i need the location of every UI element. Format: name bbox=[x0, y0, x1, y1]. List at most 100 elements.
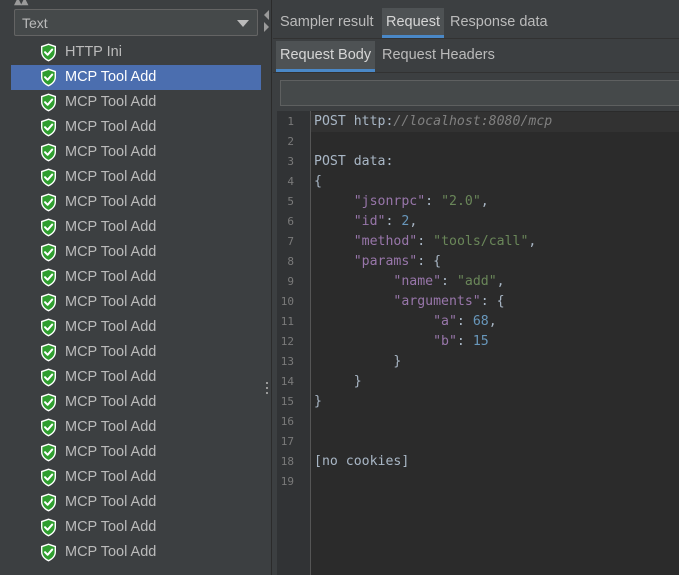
code-token: , bbox=[480, 194, 489, 209]
code-token: { bbox=[314, 174, 322, 189]
result-row[interactable]: MCP Tool Add bbox=[11, 515, 261, 540]
code-token: "params" bbox=[353, 254, 418, 269]
scroll-up-arrows-icon[interactable]: ▲▲ bbox=[14, 0, 28, 7]
code-token: "arguments" bbox=[393, 294, 481, 309]
result-row-label: MCP Tool Add bbox=[65, 344, 157, 360]
code-token: } bbox=[314, 354, 402, 369]
result-row-label: MCP Tool Add bbox=[65, 169, 157, 185]
result-row[interactable]: MCP Tool Add bbox=[11, 440, 261, 465]
result-row[interactable]: MCP Tool Add bbox=[11, 365, 261, 390]
result-row-label: MCP Tool Add bbox=[65, 94, 157, 110]
sub-tab-bar: Request Body Request Headers bbox=[273, 41, 679, 72]
code-token: "jsonrpc" bbox=[353, 194, 426, 209]
result-row[interactable]: MCP Tool Add bbox=[11, 290, 261, 315]
line-number: 1 bbox=[287, 115, 294, 128]
result-row[interactable]: MCP Tool Add bbox=[11, 65, 261, 90]
tab-request-headers[interactable]: Request Headers bbox=[378, 41, 499, 72]
shield-check-icon bbox=[40, 543, 57, 562]
result-row-label: MCP Tool Add bbox=[65, 394, 157, 410]
code-token: , bbox=[488, 314, 497, 329]
line-number: 15 bbox=[280, 395, 294, 408]
tab-request-body[interactable]: Request Body bbox=[276, 41, 376, 72]
result-row[interactable]: MCP Tool Add bbox=[11, 390, 261, 415]
code-token: , bbox=[496, 274, 505, 289]
renderer-dropdown[interactable]: Text bbox=[14, 9, 258, 36]
line-number: 7 bbox=[287, 235, 294, 248]
tab-sampler-result[interactable]: Sampler result bbox=[276, 8, 377, 38]
line-number: 14 bbox=[280, 375, 294, 388]
code-line: } bbox=[314, 352, 401, 372]
split-pane-divider[interactable] bbox=[261, 0, 273, 575]
code-token: "method" bbox=[353, 234, 418, 249]
shield-check-icon bbox=[40, 218, 57, 237]
result-row-label: MCP Tool Add bbox=[65, 269, 157, 285]
line-number: 12 bbox=[280, 335, 294, 348]
code-line: "b": 15 bbox=[314, 332, 489, 352]
shield-check-icon bbox=[40, 368, 57, 387]
result-row[interactable]: MCP Tool Add bbox=[11, 415, 261, 440]
shield-check-icon bbox=[40, 318, 57, 337]
code-token: : { bbox=[417, 254, 442, 269]
shield-check-icon bbox=[40, 143, 57, 162]
line-number: 11 bbox=[280, 315, 294, 328]
result-row[interactable]: MCP Tool Add bbox=[11, 490, 261, 515]
collapse-left-icon[interactable] bbox=[264, 10, 269, 20]
code-token: "add" bbox=[456, 274, 497, 289]
result-row[interactable]: MCP Tool Add bbox=[11, 140, 261, 165]
result-row[interactable]: MCP Tool Add bbox=[11, 265, 261, 290]
shield-check-icon bbox=[40, 93, 57, 112]
tab-request[interactable]: Request bbox=[382, 8, 445, 38]
main-tab-bar: Sampler result Request Response data bbox=[273, 8, 679, 38]
code-token: http: bbox=[353, 114, 394, 129]
code-line: "a": 68, bbox=[314, 312, 497, 332]
code-line: "arguments": { bbox=[314, 292, 504, 312]
result-row-label: MCP Tool Add bbox=[65, 544, 157, 560]
shield-check-icon bbox=[40, 43, 57, 62]
code-line: "method": "tools/call", bbox=[314, 232, 537, 252]
sub-tab-separator bbox=[273, 72, 679, 73]
result-row[interactable]: MCP Tool Add bbox=[11, 115, 261, 140]
result-row-label: MCP Tool Add bbox=[65, 119, 157, 135]
search-input[interactable] bbox=[280, 80, 679, 106]
line-number: 9 bbox=[287, 275, 294, 288]
shield-check-icon bbox=[40, 443, 57, 462]
result-row[interactable]: MCP Tool Add bbox=[11, 315, 261, 340]
code-token: , bbox=[528, 234, 537, 249]
line-number: 10 bbox=[280, 295, 294, 308]
line-number: 16 bbox=[280, 415, 294, 428]
renderer-dropdown-value: Text bbox=[22, 15, 48, 31]
result-row[interactable]: MCP Tool Add bbox=[11, 165, 261, 190]
shield-check-icon bbox=[40, 468, 57, 487]
request-body-editor[interactable]: 1 2 3 4 5 6 7 8 9 10 11 12 13 14 15 16 17 18 19 POST http:… bbox=[277, 111, 679, 575]
collapse-right-icon[interactable] bbox=[264, 22, 269, 32]
result-list: HTTP Ini MCP Tool Add MCP Tool Add MCP Tool… bbox=[11, 40, 261, 565]
result-row-label: MCP Tool Add bbox=[65, 494, 157, 510]
result-row[interactable]: MCP Tool Add bbox=[11, 215, 261, 240]
drag-grip-icon[interactable] bbox=[266, 382, 268, 397]
result-row[interactable]: MCP Tool Add bbox=[11, 340, 261, 365]
shield-check-icon bbox=[40, 293, 57, 312]
code-token: , bbox=[409, 214, 418, 229]
code-line: } bbox=[314, 392, 322, 412]
result-row[interactable]: MCP Tool Add bbox=[11, 465, 261, 490]
results-tree-panel: ▲▲ Text HTTP Ini MCP Tool Add MCP Tool Add… bbox=[0, 0, 261, 575]
code-token: } bbox=[314, 394, 322, 409]
result-row[interactable]: HTTP Ini bbox=[11, 40, 261, 65]
code-line: "params": { bbox=[314, 252, 441, 272]
line-number: 5 bbox=[287, 195, 294, 208]
tab-bar-separator bbox=[273, 38, 679, 39]
result-row[interactable]: MCP Tool Add bbox=[11, 90, 261, 115]
code-token: POST bbox=[314, 114, 354, 129]
result-row[interactable]: MCP Tool Add bbox=[11, 240, 261, 265]
result-row[interactable]: MCP Tool Add bbox=[11, 540, 261, 565]
line-number: 2 bbox=[287, 135, 294, 148]
result-row[interactable]: MCP Tool Add bbox=[11, 190, 261, 215]
shield-check-icon bbox=[40, 243, 57, 262]
tab-response-data[interactable]: Response data bbox=[446, 8, 552, 38]
code-token: [no cookies] bbox=[314, 454, 410, 469]
shield-check-icon bbox=[40, 68, 57, 87]
